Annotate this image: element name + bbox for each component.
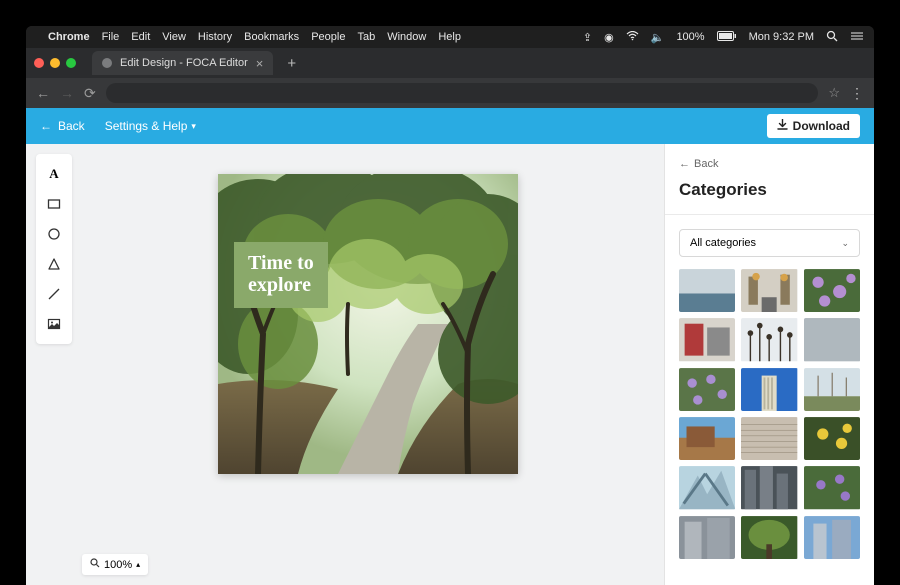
thumbnail[interactable] [741,417,797,460]
menubar-app-name[interactable]: Chrome [48,31,90,43]
triangle-tool[interactable] [39,250,69,278]
menubar-item-window[interactable]: Window [387,31,426,43]
browser-addressbar: ← → ⟳ ☆ ⋮ [26,78,874,108]
clock[interactable]: Mon 9:32 PM [749,31,814,43]
menubar-item-history[interactable]: History [198,31,232,43]
magnifier-icon [90,558,100,571]
download-label: Download [793,119,850,133]
browser-back-button[interactable]: ← [36,85,50,101]
battery-icon[interactable] [717,31,737,44]
thumbnail[interactable] [679,368,735,411]
rectangle-tool[interactable] [39,190,69,218]
right-panel: ← Back Categories All categories ⌄ [664,144,874,585]
volume-icon[interactable]: 🔈 [651,31,665,44]
canvas-area[interactable]: Time to explore 100% ▴ [72,144,664,585]
download-button[interactable]: Download [767,114,860,138]
browser-tab[interactable]: Edit Design - FOCA Editor × [92,51,273,75]
thumbnail-grid [679,269,860,567]
line-tool[interactable] [39,280,69,308]
window-controls [34,58,76,68]
window-minimize-button[interactable] [50,58,60,68]
panel-back-label: Back [694,158,718,170]
menubar-item-view[interactable]: View [162,31,186,43]
thumbnail[interactable] [741,466,797,509]
dropbox-icon[interactable]: ⇪ [583,31,592,44]
thumbnail[interactable] [804,466,860,509]
thumbnail[interactable] [679,269,735,312]
menubar-item-tab[interactable]: Tab [357,31,375,43]
tab-favicon-icon [102,58,112,68]
wifi-icon[interactable] [626,31,639,44]
window-close-button[interactable] [34,58,44,68]
arrow-left-icon: ← [679,158,690,170]
thumbnail[interactable] [679,417,735,460]
menubar-item-edit[interactable]: Edit [131,31,150,43]
browser-url-input[interactable] [106,83,819,103]
chevron-up-icon: ▴ [136,560,140,569]
thumbnail[interactable] [804,318,860,361]
category-select[interactable]: All categories ⌄ [679,229,860,257]
design-canvas[interactable]: Time to explore [218,174,518,474]
ellipse-tool[interactable] [39,220,69,248]
thumbnail[interactable] [741,368,797,411]
thumbnail[interactable] [741,269,797,312]
canvas-text-label[interactable]: Time to explore [234,242,328,308]
control-center-icon[interactable] [850,31,864,44]
app-back-label: Back [58,119,85,133]
panel-divider [665,214,874,215]
thumbnail[interactable] [804,516,860,559]
tab-title: Edit Design - FOCA Editor [120,57,248,69]
battery-percent: 100% [676,31,704,43]
menubar-item-bookmarks[interactable]: Bookmarks [244,31,299,43]
new-tab-button[interactable]: + [281,55,302,72]
image-tool[interactable] [39,310,69,338]
thumbnail[interactable] [804,269,860,312]
menubar-item-people[interactable]: People [311,31,345,43]
thumbnail[interactable] [804,417,860,460]
app-body: A [26,144,874,585]
spotlight-icon[interactable] [826,30,838,45]
bookmark-star-icon[interactable]: ☆ [828,85,840,101]
menubar-item-help[interactable]: Help [438,31,461,43]
settings-help-label: Settings & Help [105,119,188,133]
text-tool[interactable]: A [39,160,69,188]
canvas-text-line2: explore [248,274,314,296]
canvas-background-image [218,174,518,474]
category-select-label: All categories [690,237,756,249]
browser-reload-button[interactable]: ⟳ [84,85,96,102]
thumbnail[interactable] [679,466,735,509]
eye-icon[interactable]: ◉ [604,31,614,44]
browser-menu-button[interactable]: ⋮ [850,85,864,102]
zoom-control[interactable]: 100% ▴ [82,554,148,575]
thumbnail[interactable] [741,318,797,361]
app-back-button[interactable]: ← Back [40,119,85,133]
browser-forward-button[interactable]: → [60,85,74,101]
arrow-left-icon: ← [40,119,52,133]
app-header: ← Back Settings & Help ▾ Download [26,108,874,144]
settings-help-button[interactable]: Settings & Help ▾ [105,119,196,133]
tab-close-icon[interactable]: × [256,56,264,71]
mac-menubar: Chrome File Edit View History Bookmarks … [26,26,874,48]
thumbnail[interactable] [804,368,860,411]
chevron-down-icon: ⌄ [841,238,849,249]
tool-sidebar: A [36,154,72,344]
panel-title: Categories [679,180,860,200]
thumbnail[interactable] [741,516,797,559]
chevron-down-icon: ▾ [191,121,196,132]
window-maximize-button[interactable] [66,58,76,68]
menubar-item-file[interactable]: File [102,31,120,43]
thumbnail[interactable] [679,318,735,361]
canvas-text-line1: Time to [248,252,314,274]
panel-back-button[interactable]: ← Back [679,158,860,170]
browser-tabstrip: Edit Design - FOCA Editor × + [26,48,874,78]
download-icon [777,119,788,133]
zoom-value: 100% [104,559,132,571]
thumbnail[interactable] [679,516,735,559]
